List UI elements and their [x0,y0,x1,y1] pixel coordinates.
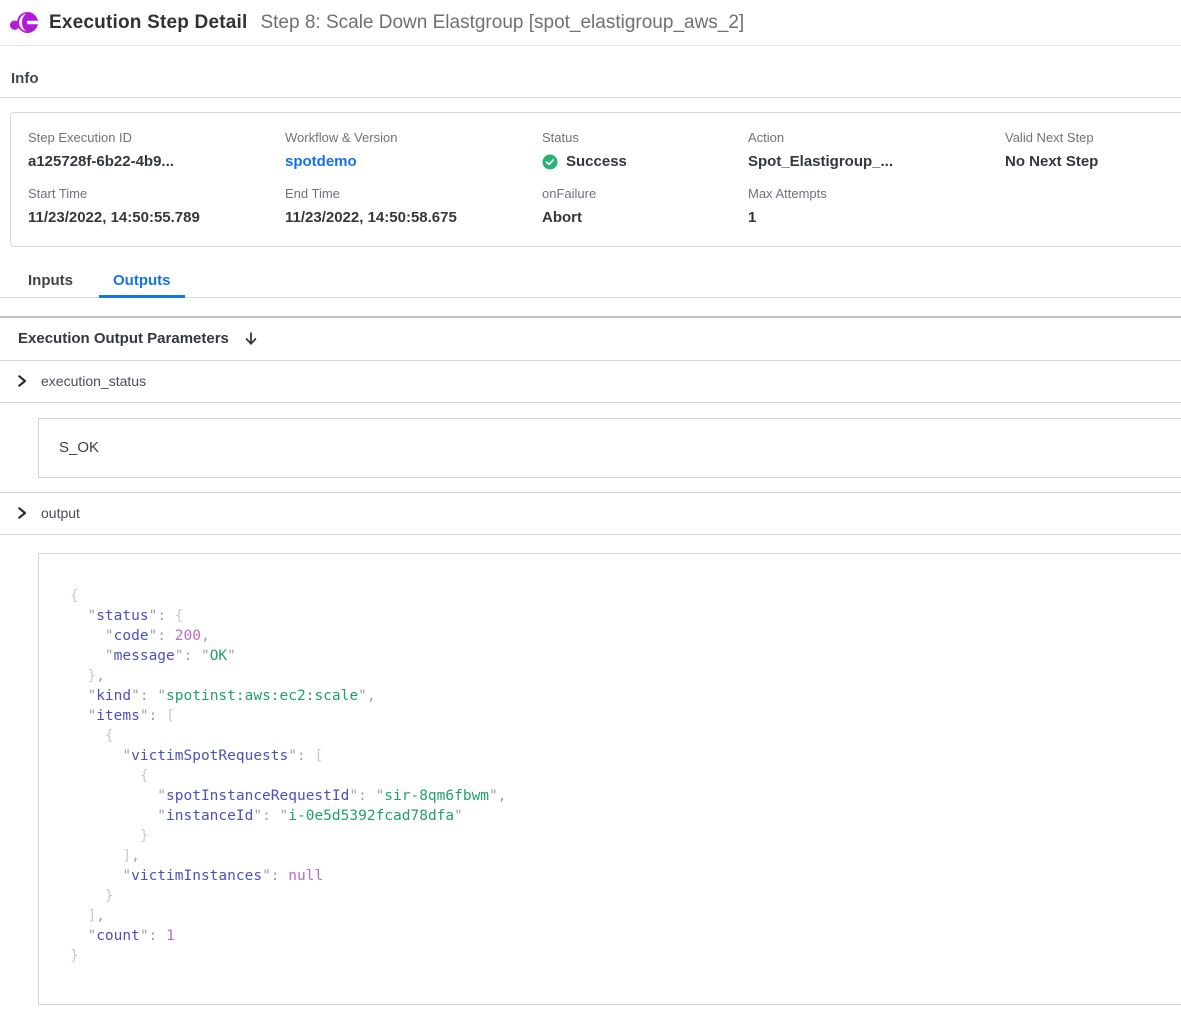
status-text: Success [566,153,627,170]
field-status: Status Success [542,130,748,170]
execution-status-value-box: S_OK [38,418,1181,478]
tab-inputs[interactable]: Inputs [14,266,87,298]
tab-outputs[interactable]: Outputs [99,266,185,298]
field-value: Spot_Elastigroup_... [748,153,1005,170]
param-name: execution_status [41,373,146,389]
field-action: Action Spot_Elastigroup_... [748,130,1005,170]
output-json-box: { "status": { "code": 200, "message": "O… [38,553,1181,1005]
field-value: 11/23/2022, 14:50:58.675 [285,209,542,226]
info-section-title: Info [0,46,1181,98]
output-parameters-header: Execution Output Parameters [0,318,1181,361]
field-workflow-version: Workflow & Version spotdemo [285,130,542,170]
field-onfailure: onFailure Abort [542,186,748,226]
arrow-down-icon[interactable] [243,331,259,347]
field-label: Status [542,130,748,145]
field-start-time: Start Time 11/23/2022, 14:50:55.789 [28,186,285,226]
field-value: No Next Step [1005,153,1181,170]
field-label: Max Attempts [748,186,1005,201]
field-label: Step Execution ID [28,130,285,145]
field-value: 11/23/2022, 14:50:55.789 [28,209,285,226]
field-value: a125728f-6b22-4b9... [28,153,285,170]
json-viewer: { "status": { "code": 200, "message": "O… [70,586,1157,966]
page-subtitle: Step 8: Scale Down Elastgroup [spot_elas… [260,12,744,34]
field-value: Abort [542,209,748,226]
param-name: output [41,505,80,521]
field-max-attempts: Max Attempts 1 [748,186,1005,226]
info-card: Step Execution ID a125728f-6b22-4b9... W… [10,112,1181,247]
field-label: End Time [285,186,542,201]
field-label: Workflow & Version [285,130,542,145]
execution-status-value: S_OK [59,439,99,456]
success-check-icon [542,154,558,170]
chevron-right-icon [17,375,27,387]
field-label: onFailure [542,186,748,201]
field-label: Valid Next Step [1005,130,1181,145]
chevron-right-icon [17,507,27,519]
page-header: Execution Step Detail Step 8: Scale Down… [0,0,1181,46]
page-title: Execution Step Detail [49,12,247,34]
field-end-time: End Time 11/23/2022, 14:50:58.675 [285,186,542,226]
output-parameters-title: Execution Output Parameters [18,330,229,347]
workflow-link[interactable]: spotdemo [285,153,542,170]
app-logo-icon [10,10,39,36]
field-value: 1 [748,209,1005,226]
field-step-execution-id: Step Execution ID a125728f-6b22-4b9... [28,130,285,170]
tab-bar: Inputs Outputs [0,266,1181,298]
param-row-output[interactable]: output [0,493,1181,535]
field-valid-next-step: Valid Next Step No Next Step [1005,130,1181,170]
param-row-execution-status[interactable]: execution_status [0,361,1181,403]
field-label: Action [748,130,1005,145]
field-label: Start Time [28,186,285,201]
